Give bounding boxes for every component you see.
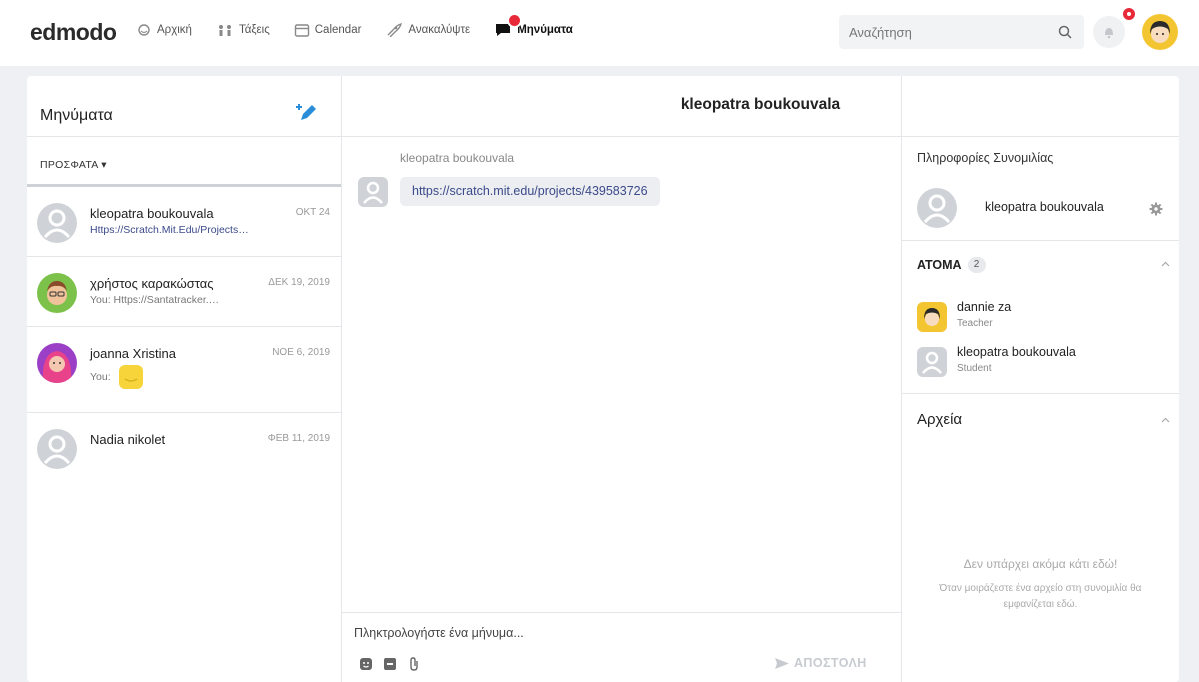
avatar bbox=[917, 347, 947, 377]
nav-classes-label: Τάξεις bbox=[238, 23, 270, 36]
nav-discover[interactable]: Ανακαλύψτε bbox=[385, 22, 471, 37]
divider bbox=[902, 240, 1179, 241]
nav-messages-label: Μηνύματα bbox=[517, 23, 573, 36]
page-title: Μηνύματα bbox=[40, 107, 113, 124]
person-role: Teacher bbox=[957, 318, 993, 329]
sticker-picker-icon[interactable] bbox=[383, 657, 397, 671]
classes-icon bbox=[218, 24, 231, 36]
conversation-preview: You: bbox=[90, 371, 111, 383]
rocket-icon bbox=[387, 22, 403, 37]
avatar bbox=[358, 177, 388, 207]
message-link[interactable]: https://scratch.mit.edu/projects/4395837… bbox=[400, 177, 660, 206]
notifications-badge bbox=[1121, 6, 1137, 22]
nav-messages[interactable]: Μηνύματα bbox=[494, 13, 573, 37]
nav-discover-label: Ανακαλύψτε bbox=[408, 23, 471, 36]
conversation-item[interactable]: χρήστος καρακώστας ΔΕΚ 19, 2019 You: Htt… bbox=[27, 257, 341, 327]
conversation-date: ΟΚΤ 24 bbox=[295, 207, 330, 218]
conversation-name: χρήστος καρακώστας bbox=[90, 276, 214, 291]
chat-thread: kleopatra boukouvala https://scratch.mit… bbox=[342, 76, 902, 682]
home-icon bbox=[138, 23, 150, 36]
avatar bbox=[37, 429, 77, 469]
conversation-info: Πληροφορίες Συνομιλίας kleopatra boukouv… bbox=[902, 137, 1179, 682]
people-section-header: ΑΤΟΜΑ 2 bbox=[917, 257, 986, 273]
filter-bar: ΠΡΟΣΦΑΤΑ ▾ bbox=[27, 137, 341, 187]
nav-classes[interactable]: Τάξεις bbox=[216, 23, 270, 37]
message-sender: kleopatra boukouvala bbox=[400, 151, 515, 165]
conversation-date: ΔΕΚ 19, 2019 bbox=[268, 277, 330, 288]
send-icon bbox=[775, 657, 789, 669]
calendar-icon bbox=[294, 23, 309, 37]
bell-icon bbox=[1105, 28, 1113, 39]
avatar bbox=[37, 273, 77, 313]
conversation-date: ΝΟΕ 6, 2019 bbox=[272, 347, 330, 358]
files-section-header: Αρχεία bbox=[917, 411, 963, 428]
recent-filter-dropdown[interactable]: ΠΡΟΣΦΑΤΑ ▾ bbox=[40, 159, 107, 171]
search-box bbox=[839, 15, 1084, 49]
conversation-date: ΦΕΒ 11, 2019 bbox=[267, 433, 330, 444]
conversation-info-heading: Πληροφορίες Συνομιλίας bbox=[917, 151, 1054, 165]
avatar bbox=[917, 302, 947, 332]
chevron-up-icon[interactable] bbox=[1161, 261, 1170, 267]
main-nav: Αρχική Τάξεις Calendar Ανακαλύψτε Μηνύμα… bbox=[136, 13, 597, 37]
divider bbox=[902, 393, 1179, 394]
send-button[interactable]: ΑΠΟΣΤΟΛΗ bbox=[774, 656, 867, 670]
send-label: ΑΠΟΣΤΟΛΗ bbox=[794, 656, 867, 670]
attachment-icon[interactable] bbox=[408, 657, 420, 672]
search-icon[interactable] bbox=[1058, 25, 1072, 39]
conversation-item[interactable]: kleopatra boukouvala ΟΚΤ 24 Https://Scra… bbox=[27, 187, 341, 257]
conversation-list-header: Μηνύματα bbox=[27, 76, 341, 137]
people-label: ΑΤΟΜΑ bbox=[917, 258, 962, 272]
person-name: dannie za bbox=[957, 300, 1012, 314]
message-composer: ΑΠΟΣΤΟΛΗ bbox=[342, 612, 902, 682]
files-empty-text: Όταν μοιράζεστε ένα αρχείο στη συνομιλία… bbox=[939, 583, 1142, 610]
edmodo-logo[interactable]: edmodo bbox=[30, 19, 117, 46]
user-avatar[interactable] bbox=[1142, 14, 1178, 50]
nav-home-label: Αρχική bbox=[157, 23, 192, 36]
nav-calendar[interactable]: Calendar bbox=[294, 23, 362, 37]
nav-calendar-label: Calendar bbox=[314, 23, 362, 36]
sticker-icon bbox=[119, 365, 143, 389]
emoji-icon[interactable] bbox=[359, 657, 373, 671]
nav-home[interactable]: Αρχική bbox=[136, 23, 192, 37]
conversation-item[interactable]: Nadia nikolet ΦΕΒ 11, 2019 bbox=[27, 413, 341, 483]
conversation-preview: You: Https://Santatracker.… bbox=[90, 294, 220, 306]
chevron-up-icon[interactable] bbox=[1161, 417, 1170, 423]
avatar bbox=[917, 188, 957, 228]
people-count-badge: 2 bbox=[967, 257, 986, 273]
top-navbar: edmodo Αρχική Τάξεις Calendar Ανακαλύψτε… bbox=[0, 0, 1199, 66]
avatar bbox=[37, 343, 77, 383]
notifications-button[interactable] bbox=[1093, 16, 1125, 48]
conversation-participant-name: kleopatra boukouvala bbox=[985, 200, 1104, 214]
conversation-name: joanna Xristina bbox=[90, 346, 176, 361]
conversation-name: Nadia nikolet bbox=[90, 432, 166, 447]
search-input[interactable] bbox=[849, 24, 1049, 40]
messages-panel: Μηνύματα ΠΡΟΣΦΑΤΑ ▾ kleopatra boukouvala… bbox=[27, 76, 1179, 682]
conversation-item[interactable]: joanna Xristina ΝΟΕ 6, 2019 You: bbox=[27, 327, 341, 413]
gear-icon[interactable] bbox=[1149, 202, 1163, 216]
conversation-list: Μηνύματα ΠΡΟΣΦΑΤΑ ▾ kleopatra boukouvala… bbox=[27, 76, 342, 682]
avatar bbox=[37, 203, 77, 243]
conversation-preview: Https://Scratch.Mit.Edu/Projects… bbox=[90, 224, 249, 236]
person-name: kleopatra boukouvala bbox=[957, 345, 1076, 359]
files-empty-title: Δεν υπάρχει ακόμα κάτι εδώ! bbox=[963, 557, 1118, 571]
message-input[interactable] bbox=[354, 626, 754, 640]
new-message-icon[interactable] bbox=[295, 100, 319, 124]
conversation-name: kleopatra boukouvala bbox=[90, 206, 214, 221]
person-role: Student bbox=[957, 363, 992, 374]
